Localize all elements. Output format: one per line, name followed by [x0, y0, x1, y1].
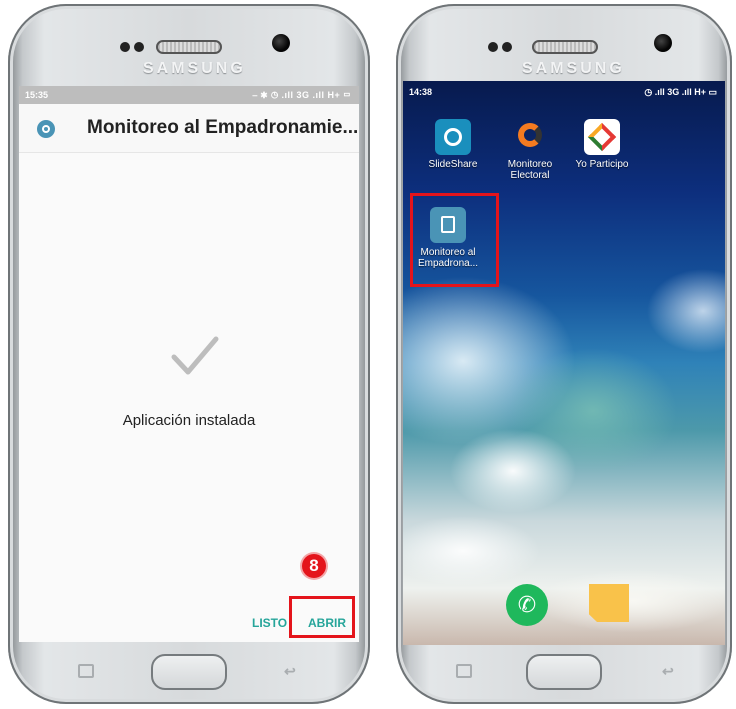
highlight-open-button [289, 596, 355, 638]
yo-participo-icon [584, 119, 620, 155]
app-label: SlideShare [428, 159, 478, 170]
brand-logo: SAMSUNG [143, 60, 246, 77]
status-bar: 15:35 ⎯ ✱ ◷ .ıll 3G .ıll H+ ▭ [19, 86, 359, 104]
front-camera [654, 34, 672, 52]
step-number-badge: 8 [302, 554, 326, 578]
earpiece-speaker [156, 40, 222, 54]
app-bar: Monitoreo al Empadronamie... [19, 104, 359, 153]
back-icon[interactable]: ↩ [662, 664, 680, 678]
recents-icon[interactable] [456, 664, 472, 678]
app-title: Monitoreo al Empadronamie... [87, 117, 359, 138]
brand-logo: SAMSUNG [522, 60, 625, 77]
app-slideshare[interactable]: SlideShare [418, 119, 488, 170]
app-monitoreo-electoral[interactable]: Monitoreo Electoral [495, 119, 565, 181]
app-yo-participo[interactable]: Yo Participo [567, 119, 637, 170]
status-time: 14:38 [409, 87, 433, 97]
app-label: Monitoreo Electoral [507, 159, 553, 181]
front-sensors [120, 42, 146, 52]
screen-right: 14:38 ◷ .ıll 3G .ıll H+ ▭ SlideShare Mon… [403, 81, 725, 645]
phone-right: SAMSUNG 14:38 ◷ .ıll 3G .ıll H+ ▭ SlideS… [396, 4, 732, 704]
messages-icon[interactable] [589, 584, 629, 622]
front-sensors [488, 42, 514, 52]
app-icon [37, 120, 55, 138]
status-bar: 14:38 ◷ .ıll 3G .ıll H+ ▭ [403, 81, 725, 101]
status-time: 15:35 [25, 90, 49, 100]
phone-icon[interactable] [506, 584, 548, 626]
highlight-app-icon [410, 193, 499, 287]
install-message: Aplicación instalada [122, 412, 256, 429]
monitoreo-electoral-icon [512, 119, 548, 155]
app-label: Yo Participo [575, 159, 629, 170]
earpiece-speaker [532, 40, 598, 54]
checkmark-icon [171, 336, 219, 375]
slideshare-icon [435, 119, 471, 155]
status-icons: ◷ .ıll 3G .ıll H+ ▭ [644, 87, 717, 97]
home-button[interactable] [526, 654, 602, 690]
done-button[interactable]: LISTO [252, 616, 287, 630]
home-button[interactable] [151, 654, 227, 690]
status-icons: ⎯ ✱ ◷ .ıll 3G .ıll H+ ▭ [252, 90, 351, 100]
front-camera [272, 34, 290, 52]
back-icon[interactable]: ↩ [284, 664, 302, 678]
recents-icon[interactable] [78, 664, 94, 678]
